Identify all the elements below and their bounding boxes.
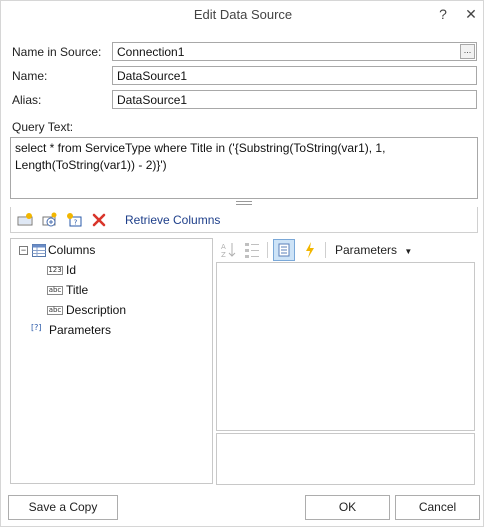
data-source-tree: − Columns 123 Id abc Title abc Descripti… [10, 238, 213, 484]
svg-text:Z: Z [221, 251, 226, 259]
property-description-panel [216, 433, 475, 485]
tree-node-column-title[interactable]: abc Title [47, 283, 197, 299]
collapse-icon[interactable]: − [19, 246, 28, 255]
parameters-label: Parameters [49, 323, 112, 337]
sort-alphabetical-icon[interactable]: A Z [217, 239, 239, 261]
tree-node-columns[interactable]: − Columns [17, 243, 167, 259]
browse-connection-button[interactable]: ... [460, 44, 475, 59]
tree-node-parameters[interactable]: [?] Parameters [31, 323, 181, 339]
toolbar-separator [325, 242, 326, 258]
column-label: Id [66, 263, 77, 277]
delete-icon[interactable] [91, 212, 107, 228]
splitter-grip-icon [236, 201, 252, 205]
toolbar-separator [267, 242, 268, 258]
name-field[interactable]: DataSource1 [112, 66, 477, 85]
edit-data-source-dialog: Edit Data Source ? ✕ Name in Source: Con… [0, 0, 484, 527]
dialog-title: Edit Data Source [193, 7, 293, 22]
chevron-down-icon: ▼ [404, 247, 413, 256]
name-label: Name: [12, 69, 48, 83]
columns-label: Columns [48, 243, 96, 257]
parameters-dropdown[interactable]: Parameters ▼ [335, 243, 412, 257]
column-label: Title [66, 283, 89, 297]
new-parameter-icon[interactable]: ? [66, 212, 82, 228]
name-in-source-value: Connection1 [117, 45, 185, 59]
alias-label: Alias: [12, 93, 42, 107]
alias-field[interactable]: DataSource1 [112, 90, 477, 109]
column-label: Description [66, 303, 127, 317]
cancel-button[interactable]: Cancel [395, 495, 480, 520]
help-button[interactable]: ? [433, 4, 453, 24]
new-calculated-column-icon[interactable] [42, 212, 58, 228]
new-column-icon[interactable] [17, 212, 33, 228]
properties-icon[interactable] [273, 239, 295, 261]
query-text-editor[interactable]: select * from ServiceType where Title in… [10, 137, 478, 199]
svg-text:A: A [221, 243, 226, 251]
parameters-icon: [?] [31, 323, 42, 332]
columns-toolbar: ? Retrieve Columns [10, 207, 478, 233]
columns-table-icon [32, 244, 46, 257]
tree-node-column-id[interactable]: 123 Id [47, 263, 197, 279]
categorized-icon[interactable] [241, 239, 263, 261]
close-button[interactable]: ✕ [461, 4, 481, 24]
save-a-copy-button[interactable]: Save a Copy [8, 495, 118, 520]
tree-node-column-description[interactable]: abc Description [47, 303, 197, 319]
integer-type-icon: 123 [47, 266, 63, 275]
string-type-icon: abc [47, 286, 63, 295]
name-in-source-field[interactable]: Connection1 ... [112, 42, 477, 61]
property-grid[interactable] [216, 262, 475, 431]
ok-button[interactable]: OK [305, 495, 390, 520]
svg-text:?: ? [74, 219, 78, 227]
events-icon[interactable] [299, 239, 321, 261]
query-splitter[interactable] [10, 199, 478, 207]
name-in-source-label: Name in Source: [12, 45, 102, 59]
string-type-icon: abc [47, 306, 63, 315]
parameters-dropdown-label: Parameters [335, 243, 398, 257]
retrieve-columns-button[interactable]: Retrieve Columns [125, 213, 220, 227]
property-grid-toolbar: A Z Parameters ▼ [215, 239, 477, 261]
query-text-label: Query Text: [12, 120, 74, 134]
